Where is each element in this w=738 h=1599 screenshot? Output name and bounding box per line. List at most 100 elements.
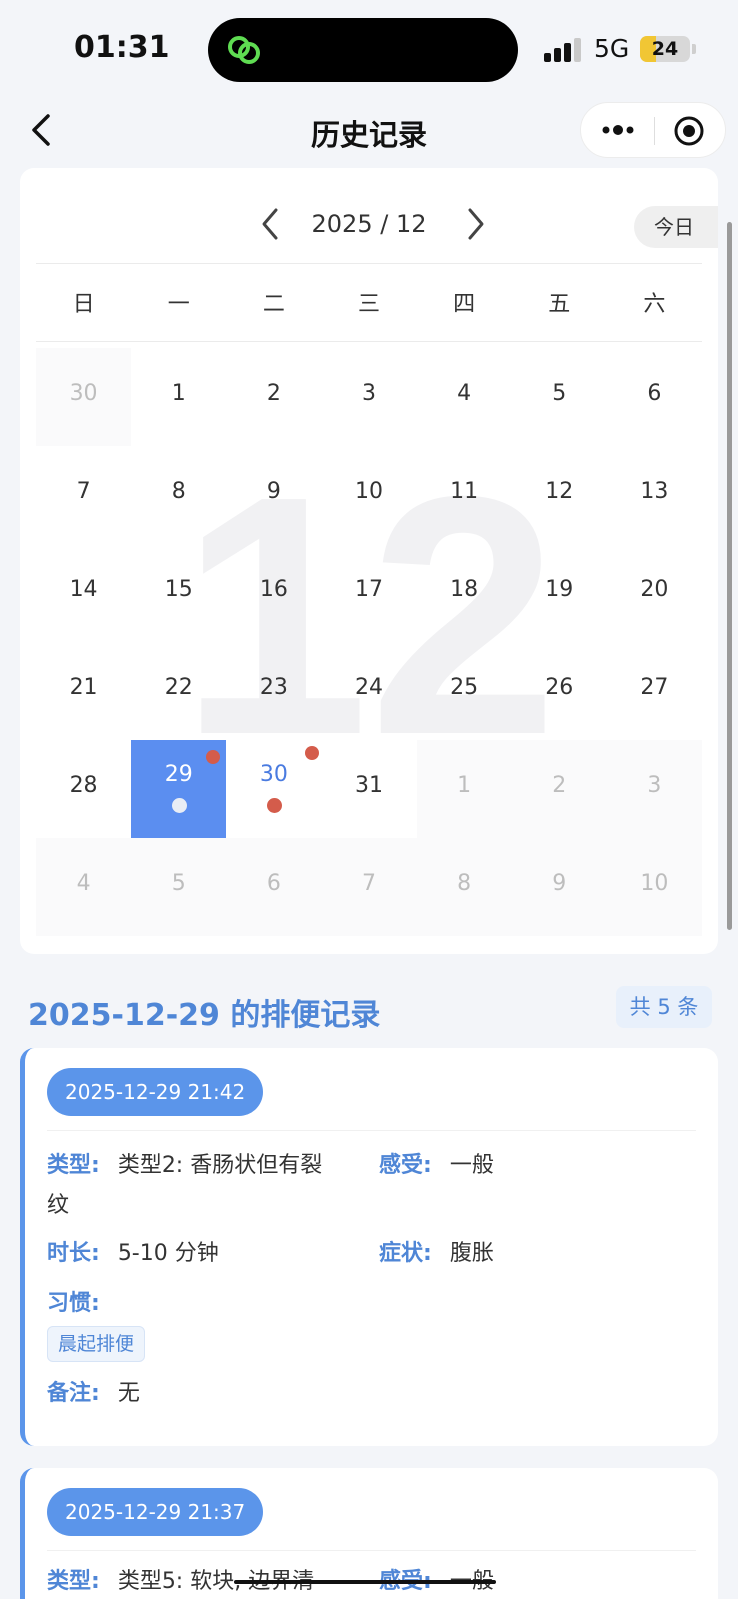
calendar-day[interactable]: 5 (512, 348, 607, 446)
records-section-title: 2025-12-29 的排便记录 (28, 998, 381, 1033)
month-label: 2025 / 12 (311, 210, 427, 238)
calendar-day[interactable]: 27 (607, 642, 702, 740)
type-label: 类型: (47, 1569, 100, 1594)
calendar-day[interactable]: 10 (321, 446, 416, 544)
duration-value: 5-10 分钟 (117, 1241, 219, 1266)
record-duration-field: 时长: 5-10 分钟 (47, 1234, 219, 1274)
mini-program-capsule (580, 102, 726, 158)
calendar-day[interactable]: 4 (36, 838, 132, 936)
calendar-divider (36, 263, 702, 264)
calendar-day[interactable]: 18 (417, 544, 512, 642)
calendar-day[interactable]: 31 (321, 740, 416, 838)
feel-value: 一般 (449, 1153, 494, 1178)
record-card[interactable]: 2025-12-29 21:42 类型: 类型2: 香肠状但有裂 纹 感受: 一般 … (20, 1048, 718, 1446)
home-indicator (234, 1580, 496, 1584)
type-value-continued: 纹 (47, 1193, 70, 1218)
calendar-day[interactable]: 26 (512, 642, 607, 740)
today-marker-dot (305, 746, 320, 760)
app-link-icon (228, 36, 260, 64)
record-indicator-dot (266, 798, 282, 813)
weekday-divider (36, 341, 702, 342)
scrollbar[interactable] (727, 222, 732, 930)
calendar-day[interactable]: 16 (226, 544, 321, 642)
duration-label: 时长: (47, 1241, 100, 1266)
calendar-day[interactable]: 7 (36, 446, 131, 544)
calendar-day[interactable]: 14 (36, 544, 131, 642)
calendar-day[interactable]: 3 (606, 740, 702, 838)
record-symptom-field: 症状: 腹胀 (379, 1234, 494, 1274)
weekday-tue: 二 (262, 292, 285, 317)
record-type-field: 类型: 类型2: 香肠状但有裂 (47, 1146, 367, 1186)
calendar-day[interactable]: 7 (321, 838, 417, 936)
symptom-value: 腹胀 (449, 1241, 494, 1266)
record-time-pill: 2025-12-29 21:42 (47, 1068, 264, 1116)
calendar-grid: 30 1 2 3 4 5 6 7 8 9 10 11 12 13 14 15 1… (36, 348, 702, 936)
record-divider (47, 1550, 696, 1551)
calendar-day[interactable]: 15 (131, 544, 226, 642)
calendar-day[interactable]: 5 (131, 838, 227, 936)
habit-label: 习惯: (47, 1291, 100, 1316)
record-feel-field: 感受: 一般 (379, 1146, 494, 1186)
nav-bar: 历史记录 (0, 100, 738, 164)
month-navigation: 2025 / 12 (20, 200, 718, 250)
calendar-day[interactable]: 9 (226, 446, 321, 544)
weekday-mon: 一 (167, 292, 190, 317)
feel-label: 感受: (379, 1153, 432, 1178)
calendar-day[interactable]: 21 (36, 642, 131, 740)
record-count-badge: 共 5 条 (616, 986, 712, 1028)
calendar-day[interactable]: 25 (417, 642, 512, 740)
calendar-day[interactable]: 8 (131, 446, 226, 544)
capsule-divider (654, 117, 655, 145)
next-month-icon[interactable] (460, 204, 490, 244)
calendar-day-today[interactable]: 30 (226, 740, 321, 838)
calendar-day[interactable]: 9 (511, 838, 607, 936)
note-value: 无 (117, 1381, 140, 1406)
record-time-pill: 2025-12-29 21:37 (47, 1488, 264, 1536)
calendar-day[interactable]: 22 (131, 642, 226, 740)
today-button[interactable]: 今日 (634, 206, 718, 248)
calendar-day[interactable]: 20 (607, 544, 702, 642)
network-type: 5G (594, 34, 630, 63)
calendar-card: 2025 / 12 今日 日 一 二 三 四 五 六 12 30 1 2 3 4… (20, 168, 718, 954)
calendar-day[interactable]: 4 (417, 348, 512, 446)
calendar-day[interactable]: 24 (321, 642, 416, 740)
habit-tag: 晨起排便 (47, 1326, 146, 1362)
calendar-day[interactable]: 1 (131, 348, 226, 446)
calendar-day[interactable]: 23 (226, 642, 321, 740)
battery-cap (692, 44, 696, 54)
calendar-day[interactable]: 2 (511, 740, 607, 838)
weekday-sat: 六 (643, 292, 666, 317)
weekday-wed: 三 (357, 292, 380, 317)
calendar-day[interactable]: 30 (36, 348, 132, 446)
more-icon[interactable] (599, 113, 637, 147)
calendar-day[interactable]: 17 (321, 544, 416, 642)
calendar-day[interactable]: 19 (512, 544, 607, 642)
record-habit-field: 习惯: (47, 1284, 118, 1324)
weekday-sun: 日 (72, 292, 95, 317)
calendar-day[interactable]: 1 (416, 740, 512, 838)
calendar-day-selected[interactable]: 29 (131, 740, 227, 838)
weekday-fri: 五 (548, 292, 571, 317)
symptom-label: 症状: (379, 1241, 432, 1266)
record-divider (47, 1130, 696, 1131)
close-target-icon[interactable] (673, 115, 705, 147)
type-value: 类型2: 香肠状但有裂 (117, 1153, 323, 1178)
status-bar: 01:31 5G 24 (0, 0, 738, 100)
calendar-day[interactable]: 2 (226, 348, 321, 446)
calendar-day[interactable]: 13 (607, 446, 702, 544)
battery-icon: 24 (640, 36, 690, 62)
calendar-day[interactable]: 3 (321, 348, 416, 446)
dynamic-island (208, 18, 518, 82)
type-label: 类型: (47, 1153, 100, 1178)
note-label: 备注: (47, 1381, 100, 1406)
calendar-day[interactable]: 12 (512, 446, 607, 544)
calendar-day[interactable]: 10 (606, 838, 702, 936)
record-type-field-cont: 纹 (47, 1186, 69, 1226)
calendar-day[interactable]: 28 (36, 740, 131, 838)
calendar-day[interactable]: 6 (226, 838, 322, 936)
calendar-day[interactable]: 8 (416, 838, 512, 936)
record-note-field: 备注: 无 (47, 1374, 140, 1414)
calendar-day[interactable]: 11 (417, 446, 512, 544)
weekday-header: 日 一 二 三 四 五 六 (36, 268, 702, 342)
calendar-day[interactable]: 6 (607, 348, 702, 446)
